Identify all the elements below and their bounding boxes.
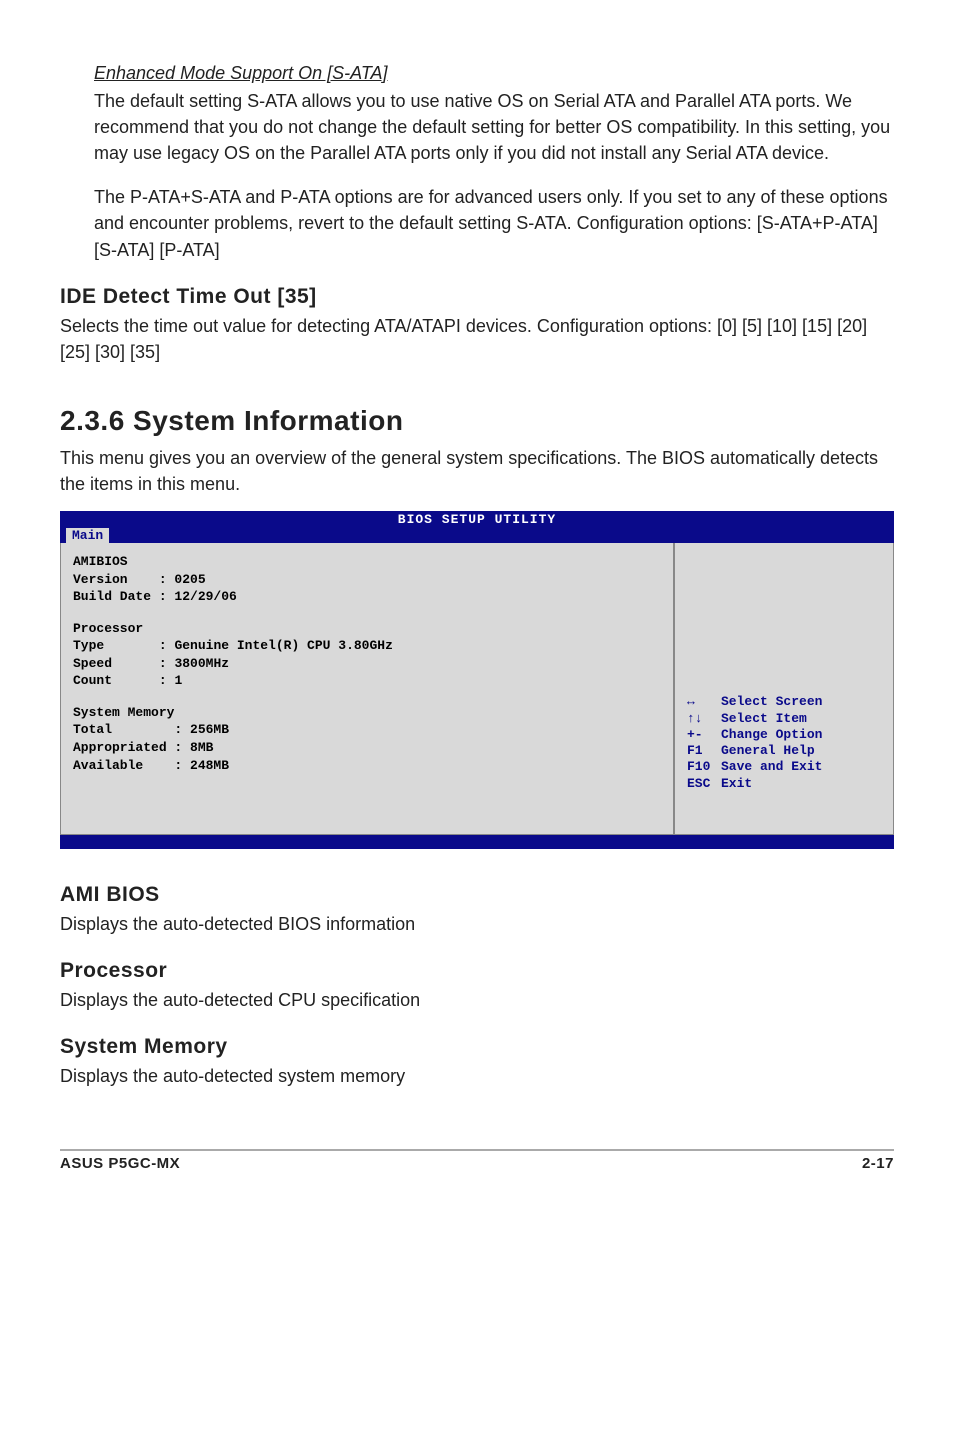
bios-speed-value: 3800MHz [174,656,229,671]
ami-bios-body: Displays the auto-detected BIOS informat… [60,911,894,937]
footer-right: 2-17 [862,1155,894,1172]
bios-version-value: 0205 [174,572,205,587]
bios-sysmem-label: System Memory [73,704,661,722]
help-key-select-screen: ↔ [687,694,721,710]
enhanced-mode-heading: Enhanced Mode Support On [S-ATA] [94,60,894,86]
ide-detect-body: Selects the time out value for detecting… [60,313,894,365]
bios-avail-label: Available [73,758,143,773]
bios-type-value: Genuine Intel(R) CPU 3.80GHz [174,638,392,653]
help-key-change-option: +- [687,727,721,743]
help-key-exit: ESC [687,776,721,792]
processor-body: Displays the auto-detected CPU specifica… [60,987,894,1013]
bios-processor-label: Processor [73,620,661,638]
bios-type-label: Type [73,638,104,653]
help-val-general-help: General Help [721,743,815,758]
help-val-exit: Exit [721,776,752,791]
enhanced-mode-p2: The P-ATA+S-ATA and P-ATA options are fo… [94,187,888,259]
bios-help-panel: ↔Select Screen ↑↓Select Item +-Change Op… [674,543,894,835]
help-val-select-screen: Select Screen [721,694,822,709]
help-val-change-option: Change Option [721,727,822,742]
enhanced-mode-block: Enhanced Mode Support On [S-ATA] The def… [94,60,894,166]
bios-total-label: Total [73,722,112,737]
bios-version-label: Version [73,572,128,587]
bios-tab-main[interactable]: Main [66,528,109,543]
bios-amibios-label: AMIBIOS [73,553,661,571]
processor-heading: Processor [60,959,894,983]
bios-approp-value: 8MB [190,740,213,755]
bios-builddate-value: 12/29/06 [174,589,236,604]
ide-detect-heading: IDE Detect Time Out [35] [60,285,894,309]
bios-tabbar: Main [60,528,894,543]
help-key-save-exit: F10 [687,759,721,775]
system-information-heading: 2.3.6 System Information [60,405,894,437]
bios-count-value: 1 [174,673,182,688]
help-key-select-item: ↑↓ [687,711,721,727]
help-val-save-exit: Save and Exit [721,759,822,774]
bios-title: BIOS SETUP UTILITY [60,511,894,528]
ami-bios-heading: AMI BIOS [60,883,894,907]
bios-total-value: 256MB [190,722,229,737]
bios-approp-label: Appropriated [73,740,167,755]
bios-speed-label: Speed [73,656,112,671]
bios-screenshot: BIOS SETUP UTILITY Main AMIBIOS Version … [60,511,894,849]
bios-avail-value: 248MB [190,758,229,773]
footer: ASUS P5GC-MX 2-17 [60,1155,894,1172]
enhanced-mode-p1: The default setting S-ATA allows you to … [94,91,890,163]
footer-left: ASUS P5GC-MX [60,1155,180,1172]
help-key-general-help: F1 [687,743,721,759]
bios-left-panel: AMIBIOS Version : 0205 Build Date : 12/2… [60,543,674,835]
enhanced-mode-p2-block: The P-ATA+S-ATA and P-ATA options are fo… [94,184,894,262]
system-memory-body: Displays the auto-detected system memory [60,1063,894,1089]
footer-rule [60,1149,894,1151]
system-information-body: This menu gives you an overview of the g… [60,445,894,497]
bios-count-label: Count [73,673,112,688]
help-val-select-item: Select Item [721,711,807,726]
bios-builddate-label: Build Date [73,589,151,604]
system-memory-heading: System Memory [60,1035,894,1059]
